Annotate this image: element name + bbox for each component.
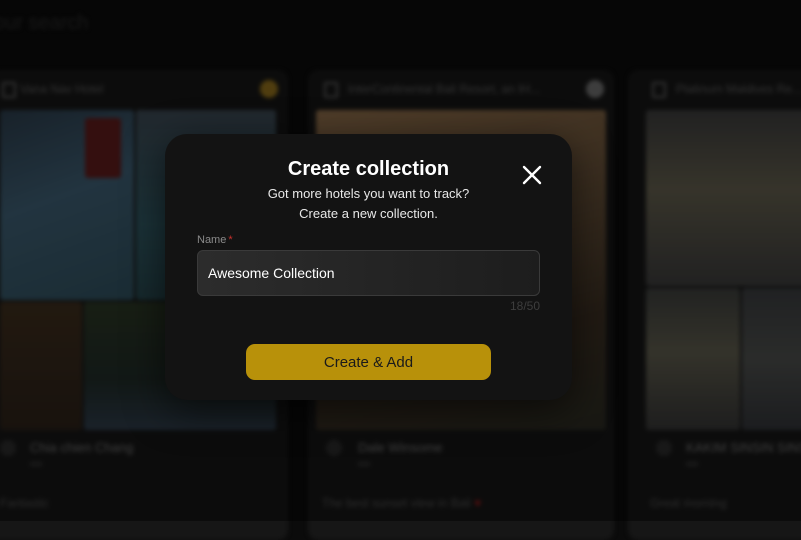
create-collection-dialog: Create collection Got more hotels you wa… [165, 134, 572, 400]
dialog-description-line1: Got more hotels you want to track? [267, 186, 470, 201]
close-button[interactable] [519, 162, 545, 188]
close-icon [522, 165, 542, 185]
create-and-add-button[interactable]: Create & Add [246, 344, 491, 380]
dialog-description: Got more hotels you want to track? Creat… [225, 184, 512, 224]
dialog-description-line2: Create a new collection. [299, 206, 438, 221]
character-counter: 18/50 [509, 299, 540, 313]
name-field-label: Name * [197, 234, 233, 246]
dialog-title: Create collection [287, 158, 450, 180]
required-marker: * [228, 234, 233, 246]
collection-name-input[interactable] [197, 250, 540, 296]
name-label-text: Name [197, 234, 227, 246]
